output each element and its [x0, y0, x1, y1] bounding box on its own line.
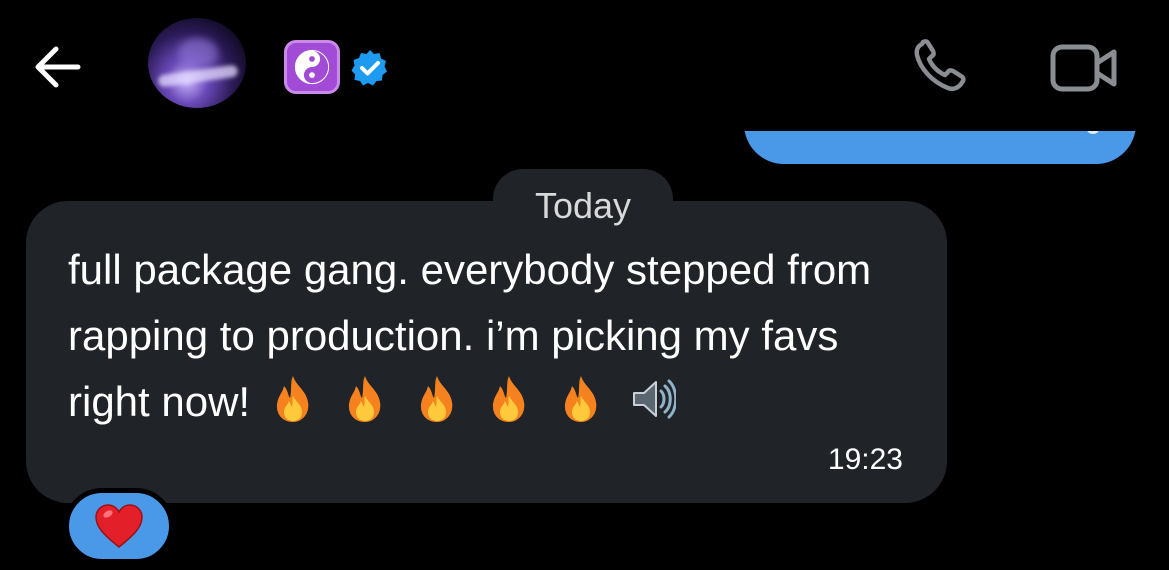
- fire-emoji: [276, 376, 309, 422]
- date-separator: Today: [493, 169, 673, 237]
- fire-emoji: [348, 376, 381, 422]
- incoming-message-bubble[interactable]: full package gang. everybody stepped fro…: [26, 201, 947, 503]
- fire-emoji: [420, 376, 453, 422]
- reaction-chip[interactable]: [64, 488, 174, 564]
- back-button[interactable]: [28, 42, 88, 92]
- video-camera-icon: [1050, 44, 1117, 92]
- message-timestamp: 19:23: [827, 443, 903, 476]
- voice-call-button[interactable]: [908, 36, 972, 96]
- phone-icon: [914, 39, 966, 92]
- red-heart-emoji: [95, 504, 143, 548]
- avatar[interactable]: [148, 18, 246, 108]
- fire-emoji: [564, 376, 597, 422]
- chat-screen: Today full package gang. everybody stepp…: [0, 0, 1169, 570]
- yin-yang-icon: [284, 40, 340, 94]
- video-call-button[interactable]: [1048, 42, 1120, 94]
- speaker-emoji: [633, 379, 677, 419]
- arrow-left-icon: [35, 46, 81, 88]
- fire-emoji: [492, 376, 525, 422]
- emoji-row: [270, 374, 677, 424]
- message-text-block: full package gang. everybody stepped fro…: [68, 237, 928, 435]
- verified-badge-icon: [350, 48, 390, 88]
